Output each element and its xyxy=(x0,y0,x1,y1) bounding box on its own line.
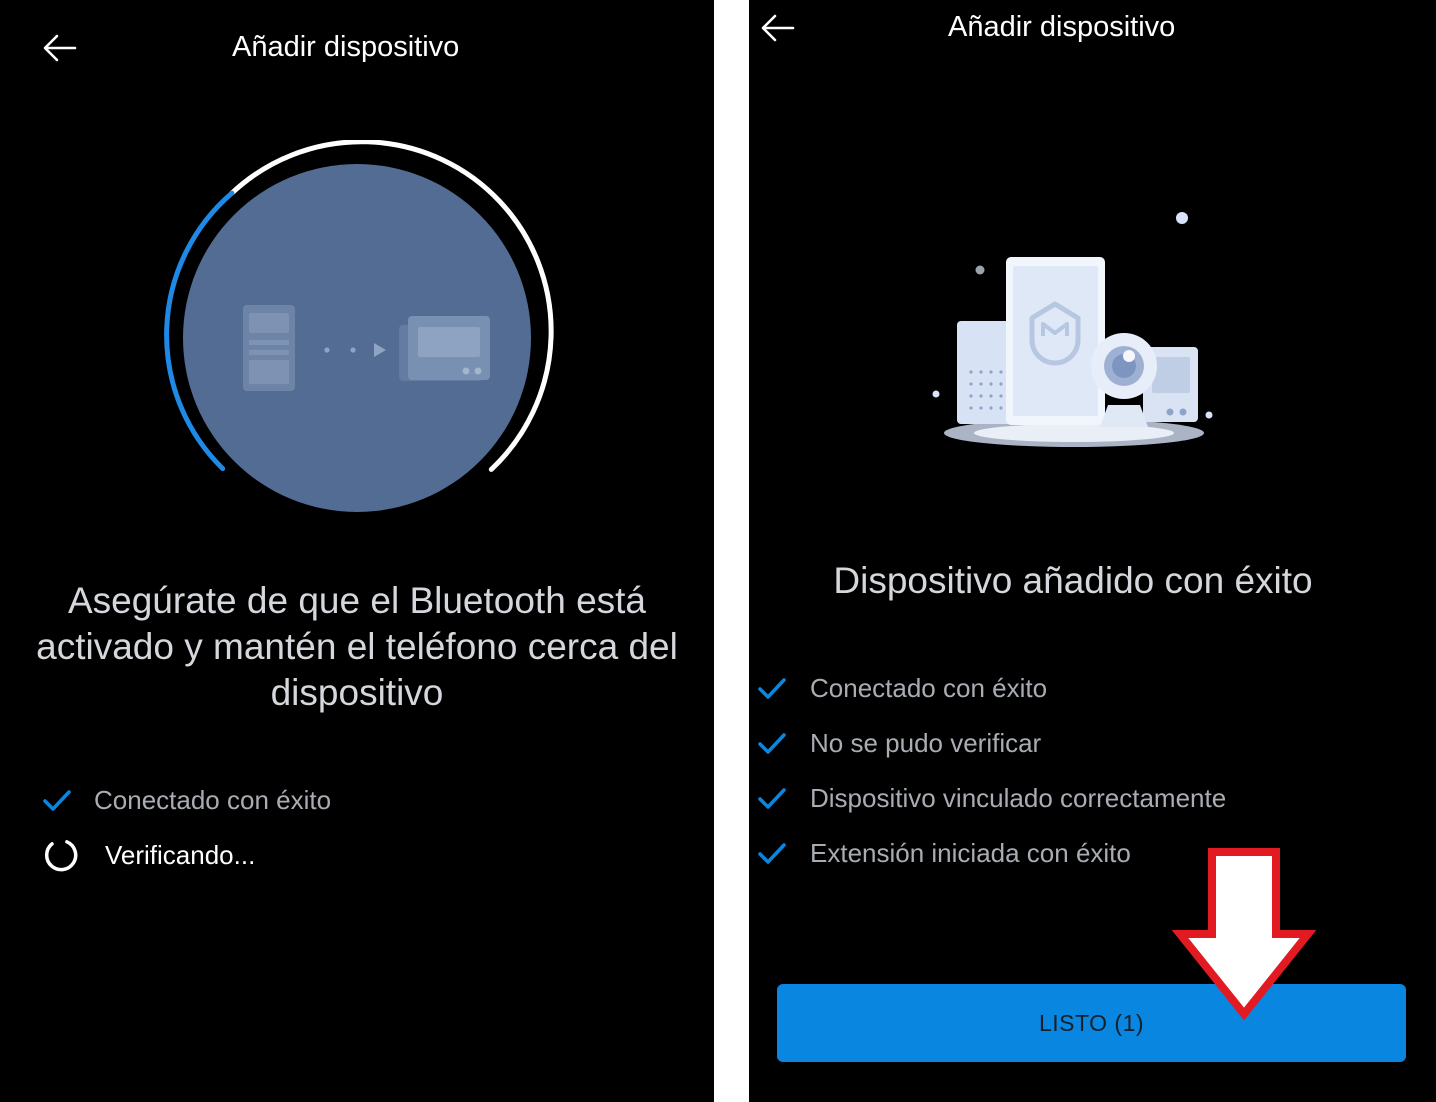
step-label: Verificando... xyxy=(105,839,256,870)
pairing-screen: Añadir dispositivo Asegúrate de que el B… xyxy=(0,0,714,1102)
phone-icon xyxy=(1006,257,1105,425)
step-label: Conectado con éxito xyxy=(810,672,1048,703)
step-extension: Extensión iniciada con éxito xyxy=(755,833,1131,873)
step-label: No se pudo verificar xyxy=(810,727,1042,758)
step-verifying: Verificando... xyxy=(44,835,255,875)
step-label: Dispositivo vinculado correctamente xyxy=(810,782,1227,813)
success-screen: Añadir dispositivo Dispositivo añadido c… xyxy=(749,0,1436,1102)
back-button[interactable] xyxy=(40,28,80,68)
bluetooth-pairing-illustration xyxy=(164,140,554,512)
check-icon xyxy=(755,726,789,760)
step-label: Extensión iniciada con éxito xyxy=(810,837,1131,868)
step-connected: Conectado con éxito xyxy=(40,780,331,820)
spinner-icon xyxy=(44,838,78,872)
check-icon xyxy=(40,783,74,817)
step-label: Conectado con éxito xyxy=(94,784,332,815)
page-title: Añadir dispositivo xyxy=(948,11,1176,43)
phone-icon xyxy=(243,305,295,391)
arrow-left-icon xyxy=(761,14,795,42)
bluetooth-instruction-text: Asegúrate de que el Bluetooth está activ… xyxy=(36,580,678,713)
check-icon xyxy=(755,836,789,870)
check-icon xyxy=(755,781,789,815)
back-button[interactable] xyxy=(758,8,798,48)
device-icon xyxy=(399,316,490,381)
success-headline: Dispositivo añadido con éxito xyxy=(833,560,1313,601)
devices-added-illustration xyxy=(932,212,1213,447)
arrow-left-icon xyxy=(43,34,77,62)
step-verification: No se pudo verificar xyxy=(755,723,1041,763)
step-connected: Conectado con éxito xyxy=(755,668,1047,708)
page-title: Añadir dispositivo xyxy=(232,31,460,63)
done-button[interactable]: LISTO (1) xyxy=(777,984,1406,1062)
step-linked: Dispositivo vinculado correctamente xyxy=(755,778,1226,818)
check-icon xyxy=(755,671,789,705)
